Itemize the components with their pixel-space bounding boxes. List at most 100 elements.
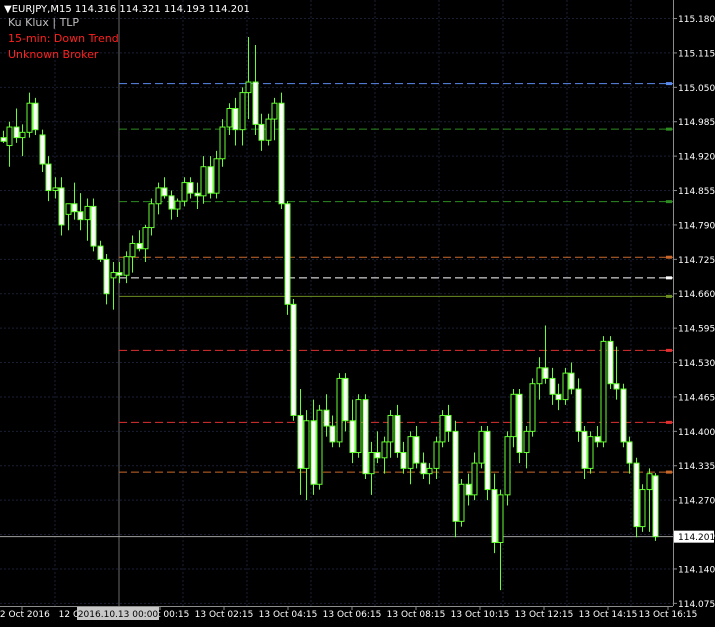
indicator-title: Ku Klux | TLP xyxy=(8,16,80,29)
level-marker xyxy=(666,127,672,131)
candle-body xyxy=(426,467,433,475)
price-tick-label: 114.465 xyxy=(678,393,715,403)
candle-body xyxy=(497,494,504,543)
candle-body xyxy=(362,399,369,475)
candle-body xyxy=(349,420,356,454)
price-tick-label: 114.595 xyxy=(678,325,715,335)
candle-body xyxy=(181,182,188,202)
candle-body xyxy=(342,377,349,422)
candle-body xyxy=(646,473,653,491)
symbol-info: ▼EURJPY,M15 114.316 114.321 114.193 114.… xyxy=(4,4,250,15)
time-tick-label: 13 Oct 04:15 xyxy=(259,610,318,620)
candle-body xyxy=(581,430,588,469)
price-tick-label: 114.985 xyxy=(678,118,715,128)
candle-body xyxy=(77,211,84,221)
level-marker xyxy=(666,348,672,352)
price-tick-label: 114.270 xyxy=(678,497,715,507)
price-tick-label: 114.140 xyxy=(678,565,715,575)
candle-body xyxy=(478,430,485,464)
candle-body xyxy=(239,92,246,131)
price-tick-label: 114.400 xyxy=(678,428,715,438)
candle-body xyxy=(207,166,214,194)
time-tick-label: 13 Oct 02:15 xyxy=(195,610,254,620)
candle-body xyxy=(265,118,272,141)
price-chart[interactable]: 115.180 115.115 115.050 114.985 114.920 114.8… xyxy=(0,0,715,623)
level-marker xyxy=(666,294,672,298)
candle-body xyxy=(116,272,123,276)
level-marker xyxy=(666,255,672,259)
symbol-line: EURJPY,M15 114.316 114.321 114.193 114.2… xyxy=(11,4,250,15)
candle-body xyxy=(90,205,97,247)
candle-body xyxy=(368,452,375,475)
current-price-label: 114.201 xyxy=(678,533,715,543)
candle-body xyxy=(142,227,149,250)
price-tick-label: 114.790 xyxy=(678,221,715,231)
candle-body xyxy=(575,388,582,432)
candle-body xyxy=(6,126,13,147)
candle-body xyxy=(452,430,459,522)
candle-body xyxy=(445,414,452,432)
candle-body xyxy=(200,166,207,197)
candle-body xyxy=(471,462,478,496)
candle-body xyxy=(129,242,136,258)
candle-body xyxy=(290,303,297,416)
candle-body xyxy=(323,409,330,427)
candle-body xyxy=(433,441,440,469)
candle-body xyxy=(278,102,285,205)
chart[interactable]: 115.180 115.115 115.050 114.985 114.920 114.8… xyxy=(0,0,715,623)
candle-body xyxy=(71,203,78,213)
candle-body xyxy=(484,430,491,491)
candle-body xyxy=(387,414,394,443)
candle-body xyxy=(523,430,530,454)
candle-body xyxy=(13,126,20,139)
candle-body xyxy=(284,203,291,305)
candle-body xyxy=(607,340,614,385)
candle-body xyxy=(613,383,620,390)
candle-body xyxy=(271,102,278,120)
candle-body xyxy=(652,475,659,538)
candle-body xyxy=(232,107,239,131)
candle-body xyxy=(594,436,601,443)
price-tick-label: 114.725 xyxy=(678,256,715,266)
broker-label: Unknown Broker xyxy=(8,48,99,61)
candle-body xyxy=(394,414,401,454)
candle-body xyxy=(84,205,91,221)
candle-body xyxy=(65,203,72,215)
time-tick-label: 13 Oct 06:15 xyxy=(323,610,382,620)
price-tick-label: 115.115 xyxy=(678,49,715,59)
candle-body xyxy=(58,187,65,226)
candle-body xyxy=(568,372,575,390)
candle-body xyxy=(26,102,33,133)
candle-body xyxy=(400,452,407,469)
candle-body xyxy=(355,399,362,454)
price-tick-label: 114.920 xyxy=(678,153,715,163)
candle-body xyxy=(52,187,59,192)
candle-body xyxy=(226,107,233,128)
candle-body xyxy=(439,414,446,443)
level-marker xyxy=(666,420,672,424)
candle-body xyxy=(303,420,310,469)
candle-body xyxy=(103,258,110,295)
candle-body xyxy=(213,158,220,194)
candle-body xyxy=(123,256,130,276)
candle-body xyxy=(329,425,336,443)
price-tick-label: 115.050 xyxy=(678,84,715,94)
time-tick-label: 12 Oct 2016 xyxy=(0,610,50,620)
candle-body xyxy=(639,489,646,528)
candle-body xyxy=(504,436,511,496)
candle-body xyxy=(194,192,201,197)
candle-body xyxy=(465,483,472,496)
time-tick-label: 13 Oct 12:15 xyxy=(515,610,574,620)
candle-body xyxy=(316,409,323,485)
price-tick-label: 114.660 xyxy=(678,290,715,300)
candle-body xyxy=(0,137,7,142)
candle-body xyxy=(620,388,627,443)
time-tick-label: 13 Oct 08:15 xyxy=(387,610,446,620)
candle-body xyxy=(381,441,388,459)
price-tick-label: 115.180 xyxy=(678,15,715,25)
candle-body xyxy=(600,340,607,443)
candle-body xyxy=(187,182,194,194)
candle-body xyxy=(407,436,414,469)
candle-body xyxy=(45,163,52,192)
candle-body xyxy=(562,372,569,401)
